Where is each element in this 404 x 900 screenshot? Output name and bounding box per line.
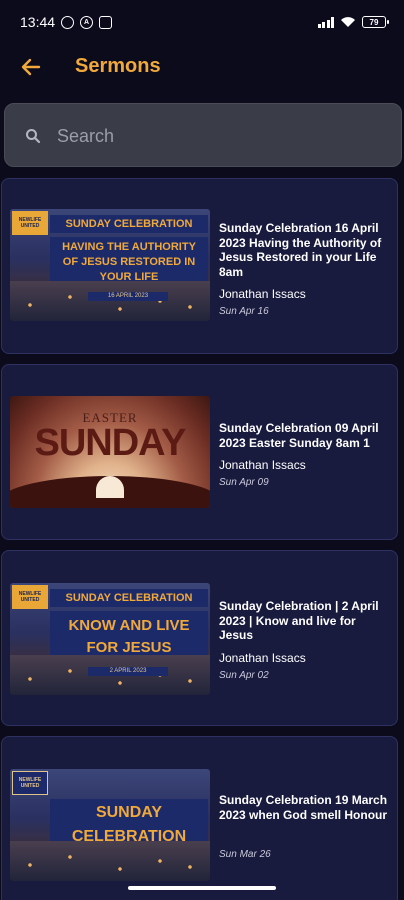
status-left: 13:44 A xyxy=(20,14,113,30)
search-icon xyxy=(26,129,41,144)
sermon-author: Jonathan Issacs xyxy=(219,287,306,301)
sermon-thumbnail: NEWLIFE UNITED SUNDAY CELEBRATION HAVING… xyxy=(10,209,210,321)
church-logo: NEWLIFE UNITED xyxy=(12,771,48,795)
gesture-nav-handle[interactable] xyxy=(128,886,276,890)
tomb-graphic xyxy=(96,476,124,498)
sermon-card[interactable]: NEWLIFE UNITED SUNDAY CELEBRATION Sunday… xyxy=(1,736,398,900)
wifi-icon xyxy=(341,17,355,27)
sermon-title: Sunday Celebration 16 April 2023 Having … xyxy=(219,221,382,279)
sermon-title: Sunday Celebration 19 March 2023 when Go… xyxy=(219,793,388,822)
status-time: 13:44 xyxy=(20,14,56,30)
battery-icon: 79 xyxy=(362,16,389,28)
sermon-thumbnail: NEWLIFE UNITED SUNDAY CELEBRATION KNOW A… xyxy=(10,583,210,695)
status-bar: 13:44 A 79 xyxy=(0,0,404,44)
search-input[interactable] xyxy=(57,118,377,154)
battery-level: 79 xyxy=(369,17,379,27)
church-logo: NEWLIFE UNITED xyxy=(12,585,48,609)
city-skyline xyxy=(10,841,210,881)
thumbnail-banner: SUNDAY CELEBRATION xyxy=(50,589,208,607)
app-header: Sermons xyxy=(0,44,404,90)
status-right: 79 xyxy=(317,16,389,28)
sermon-date: Sun Apr 16 xyxy=(219,306,269,317)
sermon-author: Jonathan Issacs xyxy=(219,458,306,472)
sermon-thumbnail: EASTER SUNDAY xyxy=(10,396,210,508)
sermon-info: Sunday Celebration 19 March 2023 when Go… xyxy=(219,793,391,860)
back-button[interactable] xyxy=(16,52,46,82)
sermon-info: Sunday Celebration 16 April 2023 Having … xyxy=(219,221,391,317)
cloud-notification-icon xyxy=(99,15,113,29)
sermon-info: Sunday Celebration | 2 April 2023 | Know… xyxy=(219,599,391,681)
arrow-left-icon xyxy=(21,58,41,76)
sermon-date: Sun Mar 26 xyxy=(219,849,271,860)
church-logo: NEWLIFE UNITED xyxy=(12,211,48,235)
sermon-author xyxy=(219,830,391,844)
alarm-icon xyxy=(61,15,75,29)
sermon-date: Sun Apr 02 xyxy=(219,669,269,681)
city-skyline xyxy=(10,281,210,321)
thumbnail-date: 2 APRIL 2023 xyxy=(88,667,168,676)
thumbnail-date: 16 APRIL 2023 xyxy=(88,292,168,301)
sermon-card[interactable]: NEWLIFE UNITED SUNDAY CELEBRATION KNOW A… xyxy=(1,550,398,726)
sermon-thumbnail: NEWLIFE UNITED SUNDAY CELEBRATION xyxy=(10,769,210,881)
sermon-date: Sun Apr 09 xyxy=(219,477,269,488)
page-title: Sermons xyxy=(75,55,161,77)
thumbnail-line2: SUNDAY xyxy=(34,422,187,464)
sermon-author: Jonathan Issacs xyxy=(219,650,306,665)
sermon-card[interactable]: NEWLIFE UNITED SUNDAY CELEBRATION HAVING… xyxy=(1,178,398,354)
sermon-title: Sunday Celebration 09 April 2023 Easter … xyxy=(219,421,379,450)
sermon-card[interactable]: EASTER SUNDAY Sunday Celebration 09 Apri… xyxy=(1,364,398,540)
app-notification-icon: A xyxy=(80,15,94,29)
sermon-info: Sunday Celebration 09 April 2023 Easter … xyxy=(219,421,391,488)
signal-icon xyxy=(317,16,334,28)
search-bar[interactable] xyxy=(4,103,402,167)
sermon-title: Sunday Celebration | 2 April 2023 | Know… xyxy=(219,599,379,642)
thumbnail-banner: SUNDAY CELEBRATION xyxy=(50,215,208,233)
